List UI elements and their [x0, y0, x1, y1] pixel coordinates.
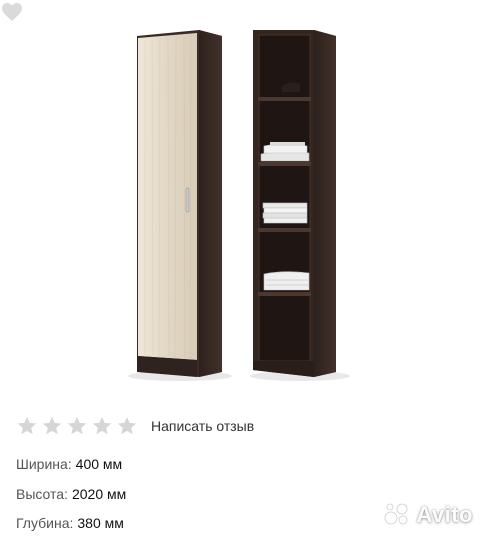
- closed-cabinet: [128, 30, 232, 381]
- product-photo[interactable]: [0, 0, 483, 400]
- spec-value: 2020 мм: [71, 486, 127, 502]
- spec-label: Глубина:: [16, 515, 74, 531]
- spec-depth: Глубина: 380 мм: [16, 515, 124, 531]
- star-icon[interactable]: [91, 415, 113, 437]
- star-icon[interactable]: [16, 415, 38, 437]
- avito-watermark: Avito: [382, 500, 473, 530]
- wardrobe-illustration: [128, 30, 350, 381]
- spec-value: 400 мм: [75, 456, 123, 472]
- open-cabinet: [250, 30, 350, 381]
- rating-row: Написать отзыв: [16, 414, 254, 438]
- star-icon[interactable]: [66, 415, 88, 437]
- clothes-stack: [263, 271, 310, 291]
- heart-icon[interactable]: [0, 0, 24, 22]
- star-icon[interactable]: [116, 415, 138, 437]
- write-review-link[interactable]: Написать отзыв: [151, 418, 254, 434]
- spec-value: 380 мм: [77, 515, 124, 531]
- star-icon[interactable]: [41, 415, 63, 437]
- watermark-text: Avito: [416, 502, 473, 527]
- spec-width: Ширина: 400 мм: [16, 456, 122, 472]
- spec-label: Высота:: [16, 486, 68, 502]
- clothes-stack: [262, 202, 308, 224]
- avito-logo-icon: [384, 503, 408, 525]
- spec-label: Ширина:: [16, 456, 72, 472]
- spec-height: Высота: 2020 мм: [16, 486, 126, 502]
